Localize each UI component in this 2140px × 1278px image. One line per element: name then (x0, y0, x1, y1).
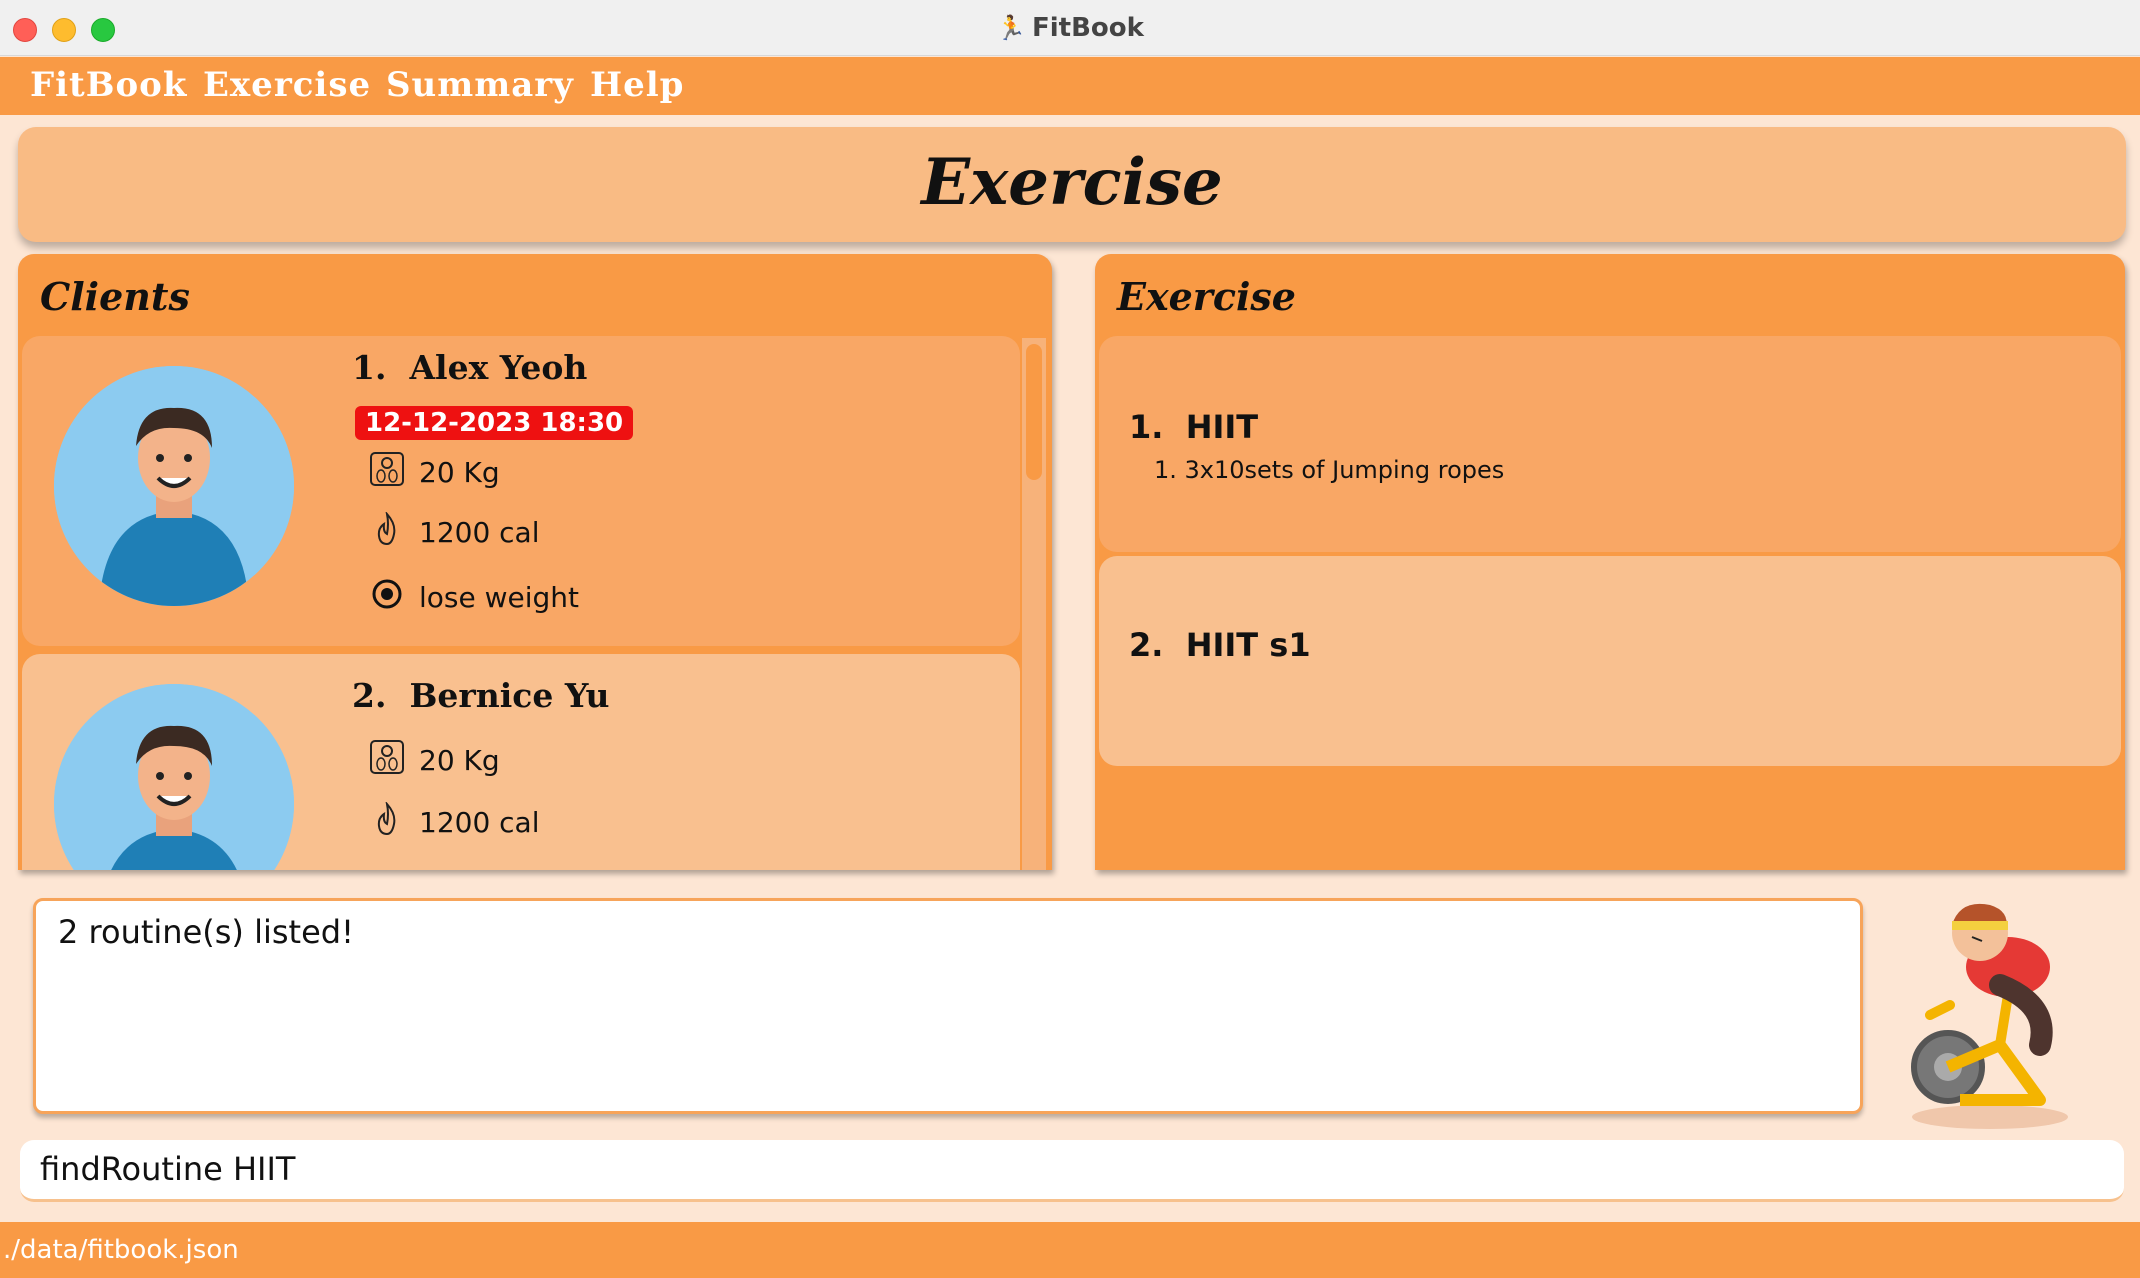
routine-name: 1. HIIT (1129, 408, 1259, 446)
result-message: 2 routine(s) listed! (58, 913, 354, 951)
window-titlebar: 🏃 FitBook (0, 0, 2140, 56)
runner-icon: 🏃 (996, 14, 1026, 42)
routine-exercise-item: 1. 3x10sets of Jumping ropes (1154, 456, 1505, 484)
client-card[interactable]: 2. Bernice Yu 20 Kg 1200 cal (22, 654, 1020, 870)
command-input[interactable] (40, 1150, 2104, 1188)
clients-panel: Clients 1. Alex Yeoh 12-12-2023 18:30 20… (18, 254, 1052, 870)
weight-value: 20 Kg (419, 743, 500, 777)
goal-value: lose weight (419, 580, 580, 614)
weight-row: 20 Kg (367, 739, 500, 782)
person-avatar-icon (54, 684, 294, 870)
avatar (54, 684, 294, 870)
menu-bar: FitBook Exercise Summary Help (0, 57, 2140, 115)
page-title: Exercise (921, 145, 1223, 220)
data-file-path: ./data/fitbook.json (3, 1235, 239, 1265)
person-avatar-icon (54, 366, 294, 606)
avatar (54, 366, 294, 606)
flame-icon (367, 510, 407, 553)
appointment-badge: 12-12-2023 18:30 (355, 406, 634, 440)
page-header: Exercise (18, 127, 2126, 242)
exercise-panel-title: Exercise (1117, 274, 1296, 319)
routine-card[interactable]: 2. HIIT s1 (1099, 556, 2121, 766)
calories-row: 1200 cal (367, 510, 540, 553)
client-name: 1. Alex Yeoh (352, 348, 588, 387)
window-title: 🏃 FitBook (996, 13, 1144, 43)
menu-exercise[interactable]: Exercise (203, 65, 371, 105)
clients-scroll-thumb[interactable] (1026, 344, 1042, 480)
menu-summary[interactable]: Summary (386, 65, 574, 105)
client-name: 2. Bernice Yu (352, 676, 610, 715)
calories-row: 1200 cal (367, 800, 540, 843)
scale-icon (367, 739, 407, 782)
target-icon (367, 578, 407, 617)
weight-row: 20 Kg (367, 451, 500, 494)
clients-panel-title: Clients (40, 274, 190, 319)
routine-card[interactable]: 1. HIIT 1. 3x10sets of Jumping ropes (1099, 336, 2121, 552)
menu-help[interactable]: Help (590, 65, 684, 105)
weight-value: 20 Kg (419, 455, 500, 489)
cycling-mascot-image (1890, 895, 2090, 1135)
flame-icon (367, 800, 407, 843)
calories-value: 1200 cal (419, 515, 540, 549)
command-box[interactable] (20, 1140, 2124, 1202)
clients-scrollbar[interactable] (1022, 338, 1046, 870)
client-card[interactable]: 1. Alex Yeoh 12-12-2023 18:30 20 Kg 1200… (22, 336, 1020, 646)
exercise-panel: Exercise 1. HIIT 1. 3x10sets of Jumping … (1095, 254, 2125, 870)
goal-row: lose weight (367, 577, 579, 617)
routine-name: 2. HIIT s1 (1129, 626, 1311, 664)
result-display: 2 routine(s) listed! (33, 898, 1863, 1114)
calories-value: 1200 cal (419, 805, 540, 839)
menu-fitbook[interactable]: FitBook (30, 65, 187, 105)
scale-icon (367, 451, 407, 494)
status-bar: ./data/fitbook.json (0, 1222, 2140, 1278)
